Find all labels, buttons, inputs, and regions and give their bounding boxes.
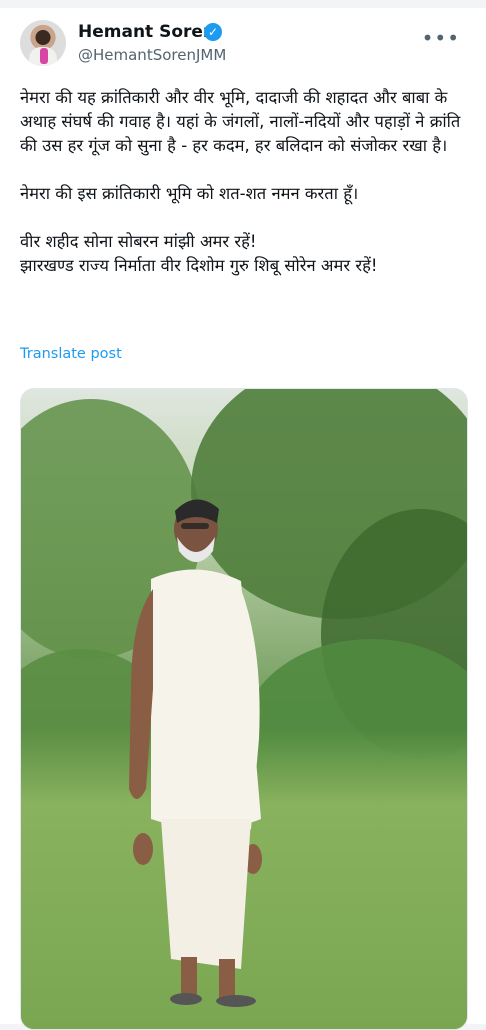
tweet-paragraph-4: झारखण्ड राज्य निर्माता वीर दिशोम गुरु शि… (20, 256, 378, 275)
tweet-photo[interactable] (20, 388, 468, 1030)
more-options-icon[interactable]: ••• (422, 26, 460, 50)
verified-badge-icon: ✓ (204, 23, 222, 41)
author-name[interactable]: Hemant Soren (78, 22, 215, 42)
avatar[interactable] (20, 20, 66, 66)
tweet-paragraph-3: वीर शहीद सोना सोबरन मांझी अमर रहें! (20, 232, 257, 251)
tweet-header: Hemant Soren ✓ @HemantSorenJMM ••• (20, 20, 474, 70)
avatar-scarf (40, 48, 48, 64)
tweet-card: Hemant Soren ✓ @HemantSorenJMM ••• नेमरा… (0, 8, 486, 1030)
man-in-white-dhoti (129, 499, 262, 1007)
author-handle[interactable]: @HemantSorenJMM (78, 46, 226, 64)
tweet-paragraph-2: नेमरा की इस क्रांतिकारी भूमि को शत-शत नम… (20, 184, 359, 203)
translate-post-link[interactable]: Translate post (20, 346, 122, 362)
tweet-paragraph-1: नेमरा की यह क्रांतिकारी और वीर भूमि, दाद… (20, 88, 461, 155)
tweet-text: नेमरा की यह क्रांतिकारी और वीर भूमि, दाद… (20, 86, 472, 302)
